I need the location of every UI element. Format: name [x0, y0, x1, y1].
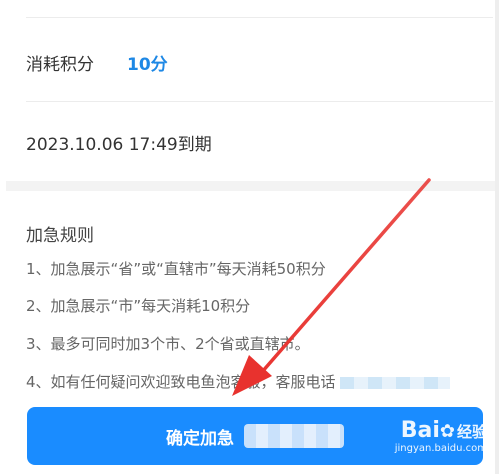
- redacted-phone-number: [339, 376, 450, 389]
- divider: [26, 17, 493, 18]
- divider: [26, 101, 493, 102]
- rules-title: 加急规则: [26, 226, 94, 246]
- points-value: 10分: [127, 54, 168, 75]
- rule-item: 1、加急展示“省”或“直辖市”每天消耗50积分: [26, 260, 326, 278]
- paw-icon: ✿: [439, 421, 455, 442]
- watermark-logo: Bai: [400, 418, 440, 443]
- confirm-button-label: 确定加急: [166, 428, 234, 449]
- rule-item-text: 4、如有任何疑问欢迎致电鱼泡客服，客服电话: [26, 373, 336, 391]
- rule-item: 3、最多可同时加3个市、2个省或直辖市。: [26, 335, 310, 353]
- section-separator: [6, 181, 495, 191]
- scrollbar-edge: [495, 0, 499, 474]
- watermark-url: jingyan.baidu.com: [394, 443, 487, 454]
- baidu-jingyan-watermark: Bai✿ 经验 jingyan.baidu.com: [395, 418, 487, 454]
- rule-item: 2、加急展示“市”每天消耗10积分: [26, 297, 251, 315]
- watermark-suffix: 经验: [456, 423, 487, 441]
- points-expedite-page: 消耗积分 10分 2023.10.06 17:49到期 加急规则 1、加急展示“…: [0, 0, 499, 474]
- redacted-text: [244, 424, 344, 448]
- expiry-text: 2023.10.06 17:49到期: [26, 135, 212, 155]
- points-label: 消耗积分: [26, 54, 94, 75]
- points-row: 消耗积分 10分: [26, 49, 168, 75]
- rule-item-contact: 4、如有任何疑问欢迎致电鱼泡客服，客服电话: [26, 371, 450, 392]
